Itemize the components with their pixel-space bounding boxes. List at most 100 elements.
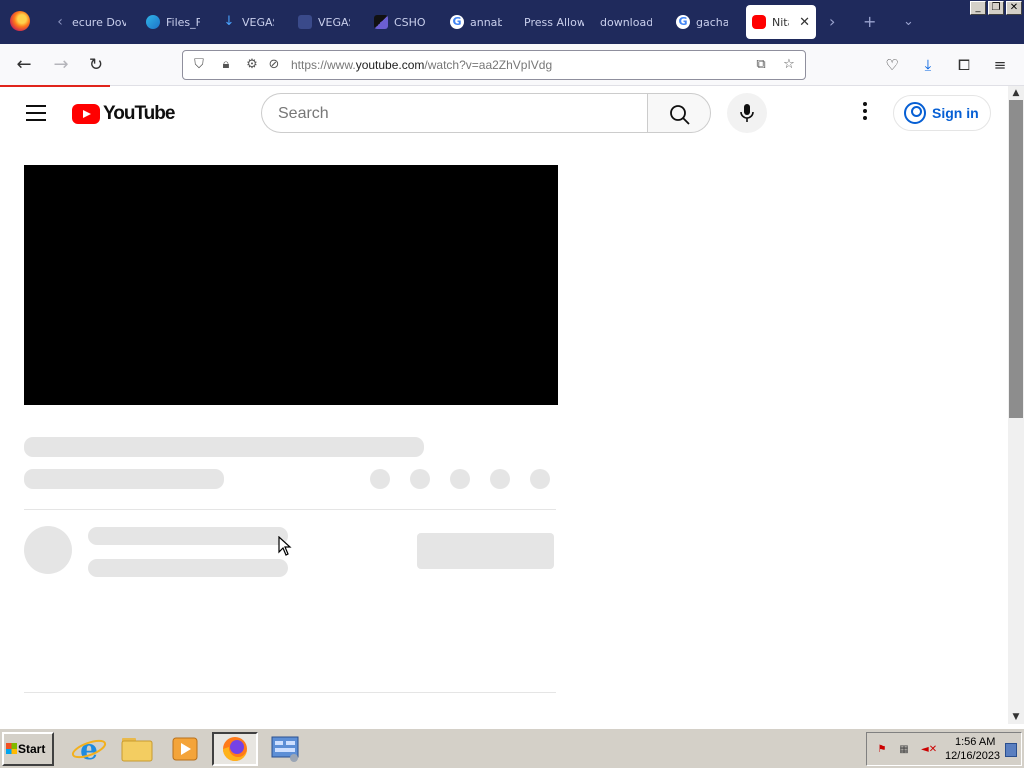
list-all-tabs-chevron-icon[interactable]: ⌄ [903, 12, 914, 32]
media-player-icon [172, 737, 198, 761]
firefox-icon [223, 737, 247, 761]
folder-icon [121, 738, 153, 762]
scrollbar-thumb[interactable] [1009, 100, 1023, 418]
action-skeleton-circle [490, 469, 510, 489]
minimize-button[interactable]: _ [970, 1, 986, 15]
action-skeleton-circle [450, 469, 470, 489]
downloads-icon[interactable]: ⤓ [917, 54, 939, 76]
file-explorer-taskbar-button[interactable] [114, 732, 160, 766]
settings-more-icon[interactable] [858, 102, 872, 124]
app-menu-icon[interactable]: ≡ [989, 54, 1011, 76]
voice-search-button[interactable] [727, 93, 767, 133]
search-box [261, 93, 648, 133]
control-panel-icon [271, 736, 299, 762]
tab-title: Files_F [166, 15, 200, 29]
channel-name-skeleton [88, 527, 288, 545]
tab-annab[interactable]: G annab [444, 5, 508, 39]
youtube-icon [752, 15, 766, 29]
subscribe-button-skeleton [417, 533, 554, 569]
tab-title: Press Allow [524, 15, 584, 29]
video-player[interactable] [24, 165, 558, 405]
clock-time[interactable]: 1:56 AM [955, 736, 995, 748]
autoplay-blocked-icon[interactable]: ⊘ [265, 56, 283, 74]
system-tray: ⚑ ▦ ◄✕ 1:56 AM 12/16/2023 [866, 732, 1022, 766]
guide-menu-icon[interactable] [26, 105, 46, 121]
tab-files[interactable]: Files_F [140, 5, 206, 39]
firefox-taskbar-button[interactable] [212, 732, 258, 766]
clock-date[interactable]: 12/16/2023 [945, 750, 1000, 762]
scroll-up-arrow-icon[interactable]: ▲ [1008, 86, 1024, 100]
tab-vegas-download[interactable]: ↓ VEGAS [216, 5, 280, 39]
tab-title: download [600, 15, 652, 29]
search-button[interactable] [647, 93, 711, 133]
tab-vegas[interactable]: VEGAS [292, 5, 356, 39]
window-controls: _ ❐ ✕ [970, 1, 1022, 15]
youtube-logo-text: YouTube [103, 103, 175, 124]
google-icon: G [676, 15, 690, 29]
youtube-play-logo-icon [72, 104, 100, 124]
media-player-taskbar-button[interactable] [162, 732, 208, 766]
svg-text:e: e [80, 733, 98, 766]
windows-taskbar: Start e ⚑ ▦ ◄✕ 1:56 AM 12/16/2023 [0, 728, 1024, 768]
browser-tab-strip: ‹ ecure Dov Files_F ↓ VEGAS VEGAS CSHO G… [0, 0, 1024, 44]
vegas-icon [298, 15, 312, 29]
youtube-logo[interactable]: YouTube [72, 103, 175, 125]
address-bar[interactable]: ⛉ 🔒︎ ⚙ ⊘ https://www.youtube.com/watch?v… [182, 50, 806, 80]
browser-navigation-bar: ← → ↻ ⛉ 🔒︎ ⚙ ⊘ https://www.youtube.com/w… [0, 44, 1024, 86]
action-skeleton-circle [410, 469, 430, 489]
mouse-cursor-icon [278, 536, 292, 556]
restore-button[interactable]: ❐ [988, 1, 1004, 15]
tab-close-icon[interactable]: ✕ [799, 15, 810, 30]
action-skeleton-circle [370, 469, 390, 489]
volume-muted-icon[interactable]: ◄✕ [921, 743, 937, 757]
forward-arrow-icon[interactable]: → [50, 54, 72, 76]
picture-in-picture-icon[interactable]: ⧉ [752, 56, 770, 74]
bookmark-star-icon[interactable]: ☆ [780, 56, 798, 74]
microphone-icon [740, 104, 754, 122]
tracking-protection-shield-icon[interactable]: ⛉ [190, 56, 208, 74]
tab-title: VEGAS [242, 15, 274, 29]
close-window-button[interactable]: ✕ [1006, 1, 1022, 15]
cshop-icon [374, 15, 388, 29]
action-center-flag-icon[interactable]: ⚑ [875, 743, 889, 757]
meta-skeleton [24, 469, 224, 489]
firefox-logo-icon[interactable] [10, 11, 30, 31]
control-panel-taskbar-button[interactable] [262, 732, 308, 766]
download-arrow-icon: ↓ [223, 14, 235, 29]
tab-secure-download[interactable]: ecure Dov [66, 5, 132, 39]
tab-title: ecure Dov [72, 15, 126, 29]
new-tab-plus-icon[interactable]: + [863, 12, 876, 32]
internet-explorer-icon: e [71, 733, 107, 766]
network-icon[interactable]: ▦ [897, 743, 911, 757]
start-button[interactable]: Start [2, 732, 54, 766]
tab-cshop[interactable]: CSHO [368, 5, 432, 39]
channel-subs-skeleton [88, 559, 288, 577]
scroll-down-arrow-icon[interactable]: ▼ [1008, 710, 1024, 724]
page-scrollbar[interactable]: ▲ ▼ [1008, 86, 1024, 724]
tab-scroll-right-icon[interactable]: › [829, 12, 835, 32]
title-skeleton [24, 437, 424, 457]
tab-youtube-active[interactable]: Nita ✕ [746, 5, 816, 39]
permissions-icon[interactable]: ⚙ [243, 56, 261, 74]
extensions-puzzle-icon[interactable]: ⧠ [953, 54, 975, 76]
search-icon [670, 105, 690, 125]
url-text[interactable]: https://www.youtube.com/watch?v=aa2ZhVpI… [291, 58, 552, 72]
tab-title: Nita [772, 15, 789, 29]
google-icon: G [450, 15, 464, 29]
action-skeleton-circle [530, 469, 550, 489]
reload-icon[interactable]: ↻ [85, 54, 107, 76]
tab-download[interactable]: download [594, 5, 658, 39]
back-arrow-icon[interactable]: ← [13, 54, 35, 76]
tab-gacha[interactable]: G gacha [670, 5, 734, 39]
sign-in-button[interactable]: Sign in [893, 95, 991, 131]
edge-icon [146, 15, 160, 29]
show-desktop-icon[interactable] [1005, 743, 1017, 757]
pocket-icon[interactable]: ♡ [881, 54, 903, 76]
tab-title: VEGAS [318, 15, 350, 29]
windows-flag-icon [6, 743, 17, 754]
internet-explorer-taskbar-button[interactable]: e [66, 732, 112, 766]
account-icon [904, 102, 926, 124]
lock-icon[interactable]: 🔒︎ [217, 56, 235, 74]
tab-press-allow[interactable]: Press Allow [518, 5, 590, 39]
search-input[interactable] [278, 103, 638, 125]
